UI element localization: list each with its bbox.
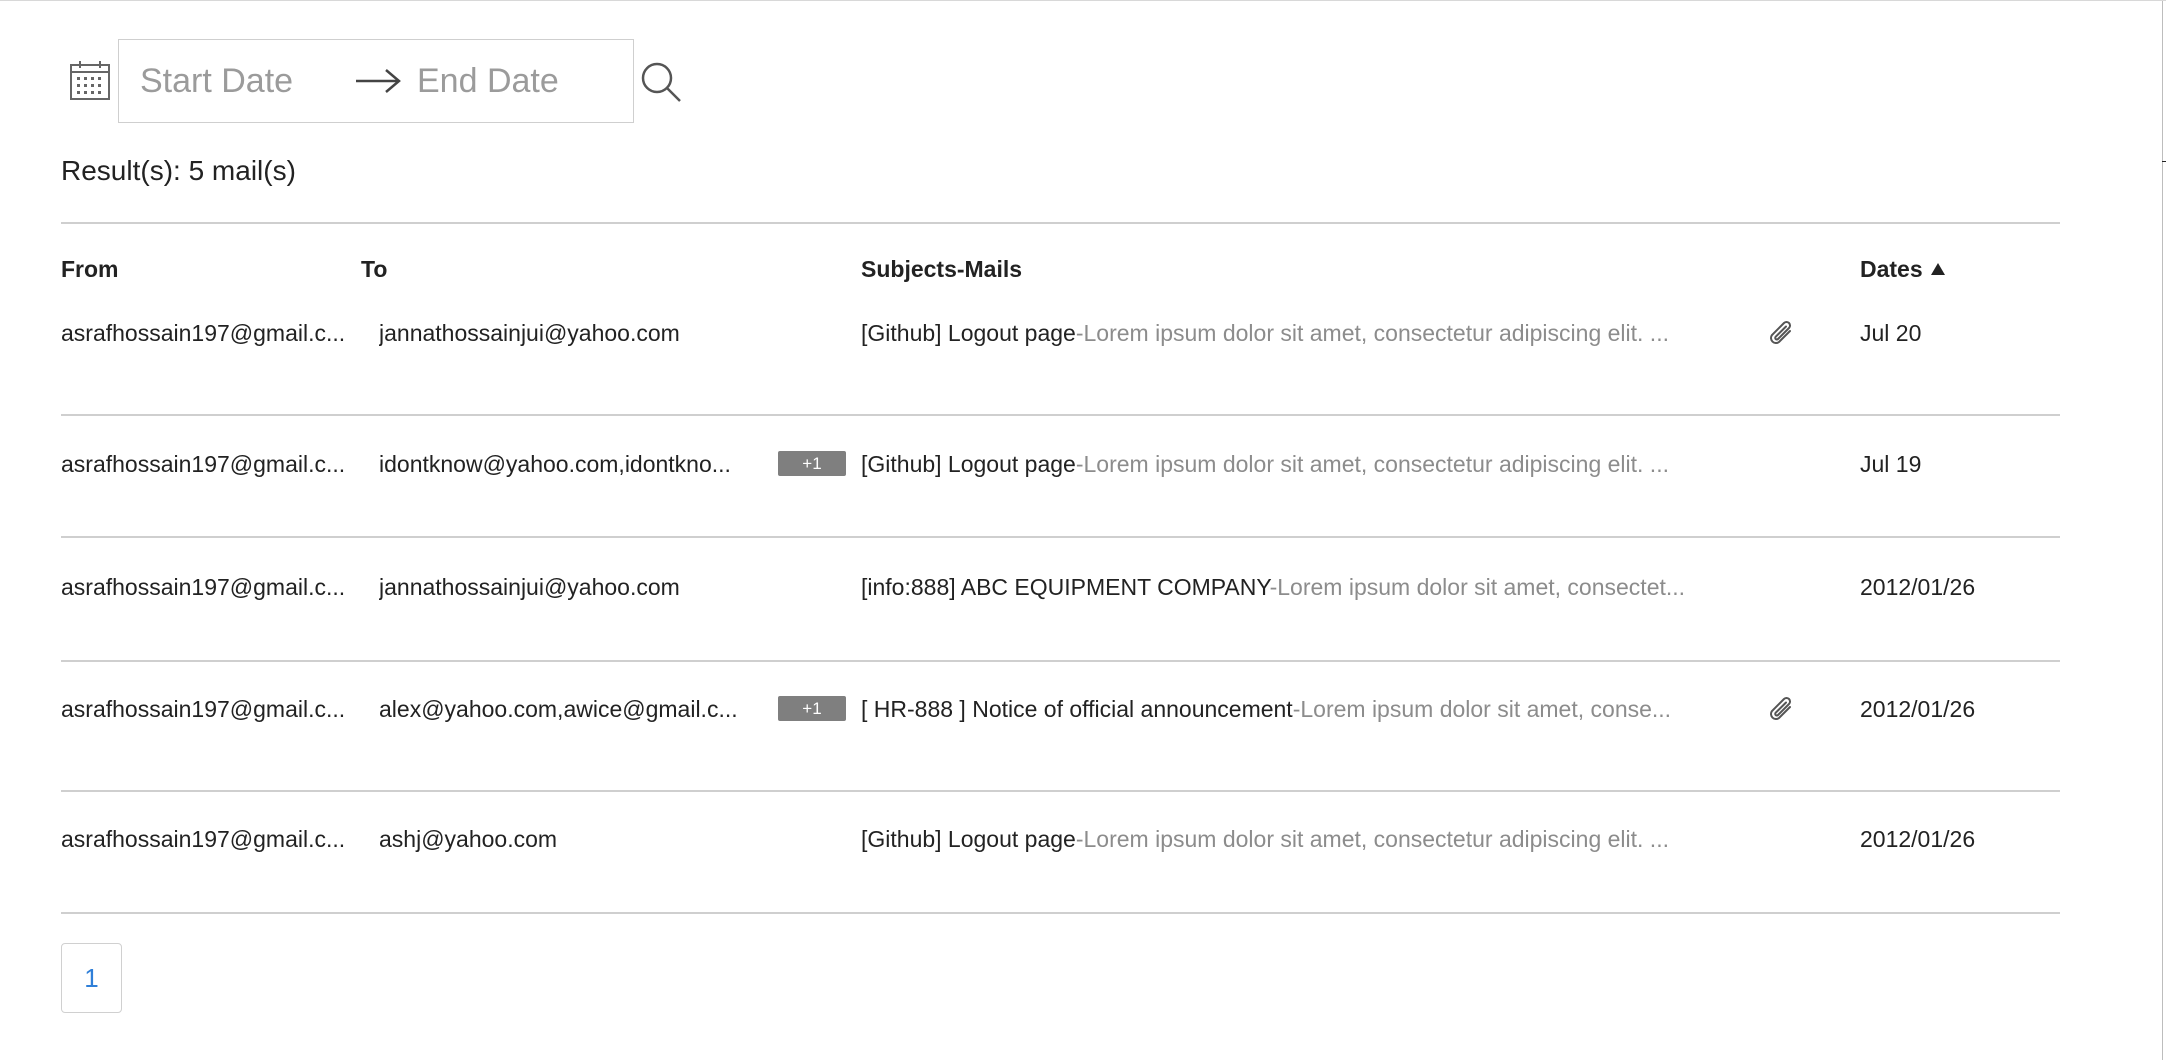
row-to: idontknow@yahoo.com,idontkno... xyxy=(379,451,731,477)
row-from: asrafhossain197@gmail.c... xyxy=(61,826,346,852)
row-subject-preview: -Lorem ipsum dolor sit amet, consectet..… xyxy=(1269,574,1686,600)
column-header-from[interactable]: From xyxy=(61,256,119,283)
row-to: alex@yahoo.com,awice@gmail.c... xyxy=(379,696,738,722)
row-divider xyxy=(61,536,2060,538)
scrollbar-edge xyxy=(2162,1,2163,1060)
pagination-page-1[interactable]: 1 xyxy=(61,943,122,1013)
table-row[interactable]: asrafhossain197@gmail.c... idontknow@yah… xyxy=(0,444,2166,484)
row-subject-title: [ HR-888 ] Notice of official announceme… xyxy=(861,696,1293,722)
row-to: jannathossainjui@yahoo.com xyxy=(379,320,680,346)
arrow-right-icon xyxy=(356,69,401,93)
row-subject[interactable]: [Github] Logout page-Lorem ipsum dolor s… xyxy=(861,819,1750,859)
scrollbar-tick xyxy=(2162,161,2166,162)
paperclip-icon[interactable] xyxy=(1766,317,1800,351)
date-range-picker[interactable] xyxy=(118,39,634,123)
row-subject[interactable]: [Github] Logout page-Lorem ipsum dolor s… xyxy=(861,313,1750,353)
result-count: Result(s): 5 mail(s) xyxy=(61,155,296,186)
row-subject[interactable]: [Github] Logout page-Lorem ipsum dolor s… xyxy=(861,444,1750,484)
start-date-input[interactable] xyxy=(140,58,330,104)
row-subject-preview: -Lorem ipsum dolor sit amet, consectetur… xyxy=(1075,320,1669,346)
row-date: 2012/01/26 xyxy=(1860,574,1976,600)
mail-list-page: Result(s): 5 mail(s) From To Subjects-Ma… xyxy=(0,0,2166,1060)
row-to: jannathossainjui@yahoo.com xyxy=(379,574,680,600)
table-bottom-divider xyxy=(61,912,2060,914)
table-row[interactable]: asrafhossain197@gmail.c... alex@yahoo.co… xyxy=(0,689,2166,729)
end-date-input[interactable] xyxy=(417,58,617,104)
row-subject-preview: -Lorem ipsum dolor sit amet, consectetur… xyxy=(1075,451,1669,477)
calendar-icon[interactable] xyxy=(68,59,112,103)
row-from: asrafhossain197@gmail.c... xyxy=(61,574,346,600)
paperclip-icon[interactable] xyxy=(1766,693,1800,727)
table-row[interactable]: asrafhossain197@gmail.c... ashj@yahoo.co… xyxy=(0,819,2166,859)
row-subject-title: [Github] Logout page xyxy=(861,320,1076,346)
row-subject-title: [Github] Logout page xyxy=(861,451,1076,477)
more-recipients-badge[interactable]: +1 xyxy=(778,451,846,476)
row-divider xyxy=(61,414,2060,416)
row-date: 2012/01/26 xyxy=(1860,696,1976,722)
sort-ascending-icon[interactable] xyxy=(1930,263,1945,275)
column-header-to[interactable]: To xyxy=(361,256,387,283)
row-date: 2012/01/26 xyxy=(1860,826,1976,852)
table-row[interactable]: asrafhossain197@gmail.c... jannathossain… xyxy=(0,567,2166,607)
row-subject-preview: -Lorem ipsum dolor sit amet, conse... xyxy=(1292,696,1672,722)
column-header-dates[interactable]: Dates xyxy=(1860,256,1945,283)
row-date: Jul 19 xyxy=(1860,451,1922,477)
row-subject-preview: -Lorem ipsum dolor sit amet, consectetur… xyxy=(1075,826,1669,852)
row-to: ashj@yahoo.com xyxy=(379,826,558,852)
row-subject[interactable]: [info:888] ABC EQUIPMENT COMPANY-Lorem i… xyxy=(861,567,1750,607)
row-subject[interactable]: [ HR-888 ] Notice of official announceme… xyxy=(861,689,1750,729)
table-top-divider xyxy=(61,222,2060,224)
column-header-subject[interactable]: Subjects-Mails xyxy=(861,256,1022,283)
row-date: Jul 20 xyxy=(1860,320,1922,346)
row-divider xyxy=(61,790,2060,792)
row-from: asrafhossain197@gmail.c... xyxy=(61,451,346,477)
row-subject-title: [info:888] ABC EQUIPMENT COMPANY xyxy=(861,574,1270,600)
row-from: asrafhossain197@gmail.c... xyxy=(61,696,346,722)
more-recipients-badge[interactable]: +1 xyxy=(778,696,846,721)
table-row[interactable]: asrafhossain197@gmail.c... jannathossain… xyxy=(0,313,2166,353)
row-from: asrafhossain197@gmail.c... xyxy=(61,320,346,346)
column-header-dates-label: Dates xyxy=(1860,256,1923,282)
search-icon[interactable] xyxy=(638,59,684,105)
row-subject-title: [Github] Logout page xyxy=(861,826,1076,852)
row-divider xyxy=(61,660,2060,662)
